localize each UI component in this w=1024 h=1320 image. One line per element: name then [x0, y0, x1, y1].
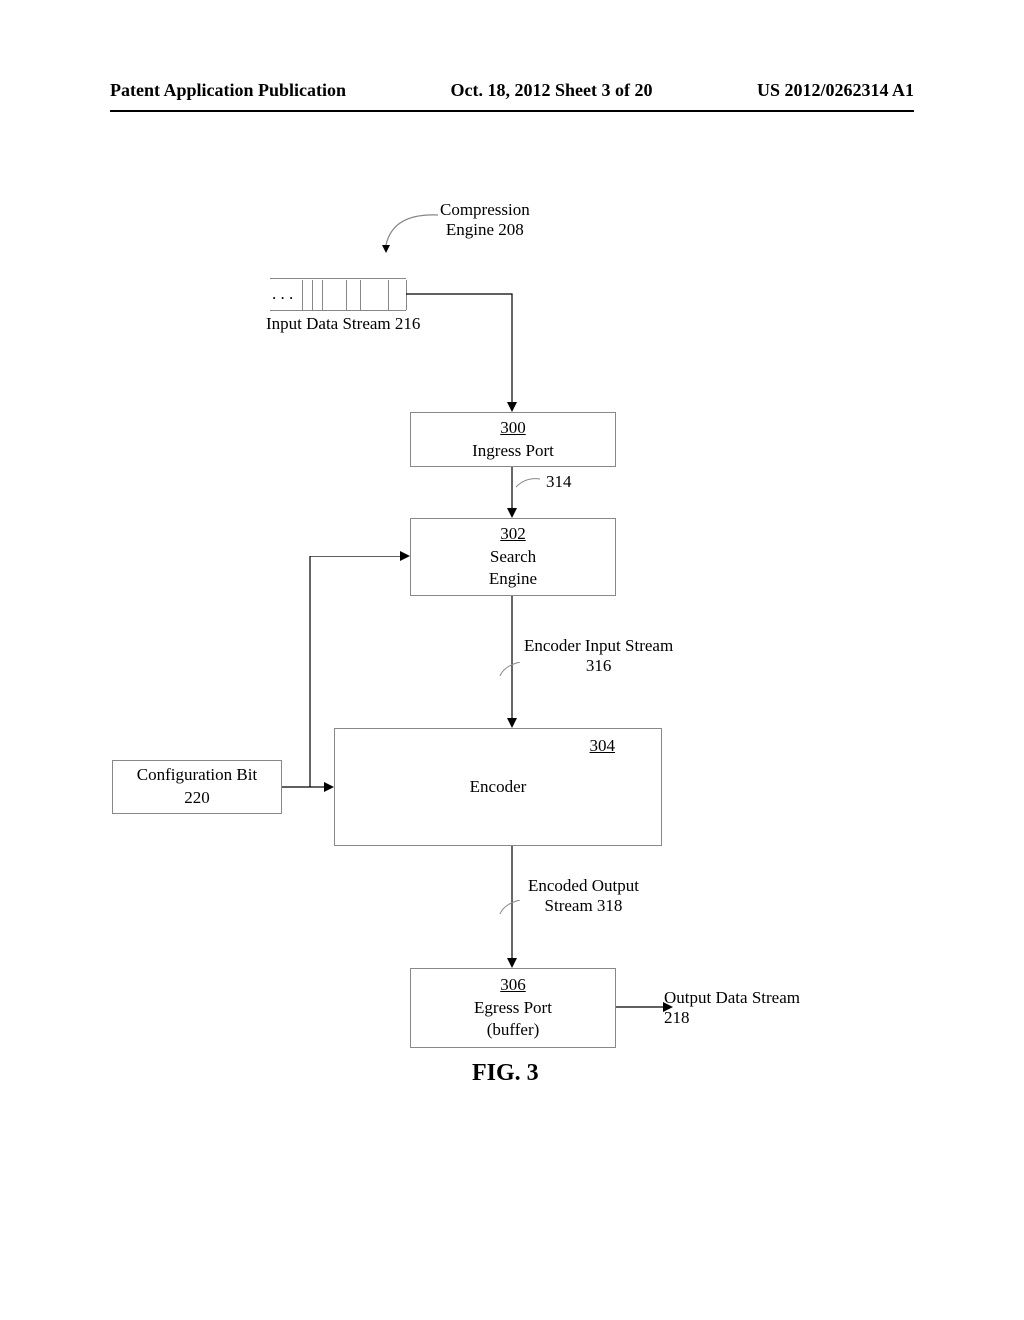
ingress-num: 300: [500, 417, 526, 440]
stream-bar: [346, 280, 347, 310]
arrowhead-right-icon: [400, 551, 410, 561]
output-stream-label: Output Data Stream 218: [664, 988, 800, 1028]
arrowhead-down-icon: [507, 958, 517, 968]
input-stream-label: Input Data Stream 216: [266, 314, 420, 334]
config-lines: [282, 556, 422, 796]
page-header: Patent Application Publication Oct. 18, …: [0, 80, 1024, 109]
egress-port-box: 306 Egress Port (buffer): [410, 968, 616, 1048]
header-rule: [110, 110, 914, 112]
arrowhead-down-icon: [507, 718, 517, 728]
search-label-1: Search: [490, 546, 536, 569]
arrowhead-down-icon: [507, 508, 517, 518]
encoder-num: 304: [590, 735, 616, 758]
stream-bar: [360, 280, 361, 310]
header-right: US 2012/0262314 A1: [757, 80, 914, 101]
header-left: Patent Application Publication: [110, 80, 346, 101]
egress-line2: (buffer): [487, 1019, 540, 1042]
ingress-label: Ingress Port: [472, 440, 554, 463]
config-line2: 220: [184, 787, 210, 810]
egress-num: 306: [500, 974, 526, 997]
encoder-label: Encoder: [470, 776, 527, 799]
ellipsis-label: . . .: [272, 284, 293, 304]
ingress-port-box: 300 Ingress Port: [410, 412, 616, 467]
search-num: 302: [500, 523, 526, 546]
stream-bottom-track: [270, 310, 406, 311]
config-bit-box: Configuration Bit 220: [112, 760, 282, 814]
ref-314-label: 314: [546, 472, 572, 492]
stream-bar: [322, 280, 323, 310]
compression-engine-label: Compression Engine 208: [440, 200, 530, 240]
header-mid: Oct. 18, 2012 Sheet 3 of 20: [451, 80, 653, 101]
stream-bar: [388, 280, 389, 310]
search-label-2: Engine: [489, 568, 537, 591]
curved-arrow-icon: [378, 205, 448, 255]
figure-caption: FIG. 3: [472, 1060, 539, 1087]
line-search-to-encoder: [510, 596, 520, 726]
stream-top-track: [270, 278, 406, 279]
encoder-input-label: Encoder Input Stream 316: [524, 636, 673, 676]
line-input-to-ingress: [406, 293, 526, 413]
encoded-output-label: Encoded Output Stream 318: [528, 876, 639, 916]
page: Patent Application Publication Oct. 18, …: [0, 0, 1024, 1320]
arrowhead-right-icon: [324, 782, 334, 792]
config-line1: Configuration Bit: [137, 764, 257, 787]
arrowhead-down-icon: [507, 402, 517, 412]
ref-314-curve: [516, 475, 544, 493]
stream-bar: [302, 280, 303, 310]
ref-318-curve: [498, 900, 522, 918]
search-engine-box: 302 Search Engine: [410, 518, 616, 596]
egress-line1: Egress Port: [474, 997, 552, 1020]
ref-316-curve: [498, 662, 522, 680]
stream-bar: [312, 280, 313, 310]
